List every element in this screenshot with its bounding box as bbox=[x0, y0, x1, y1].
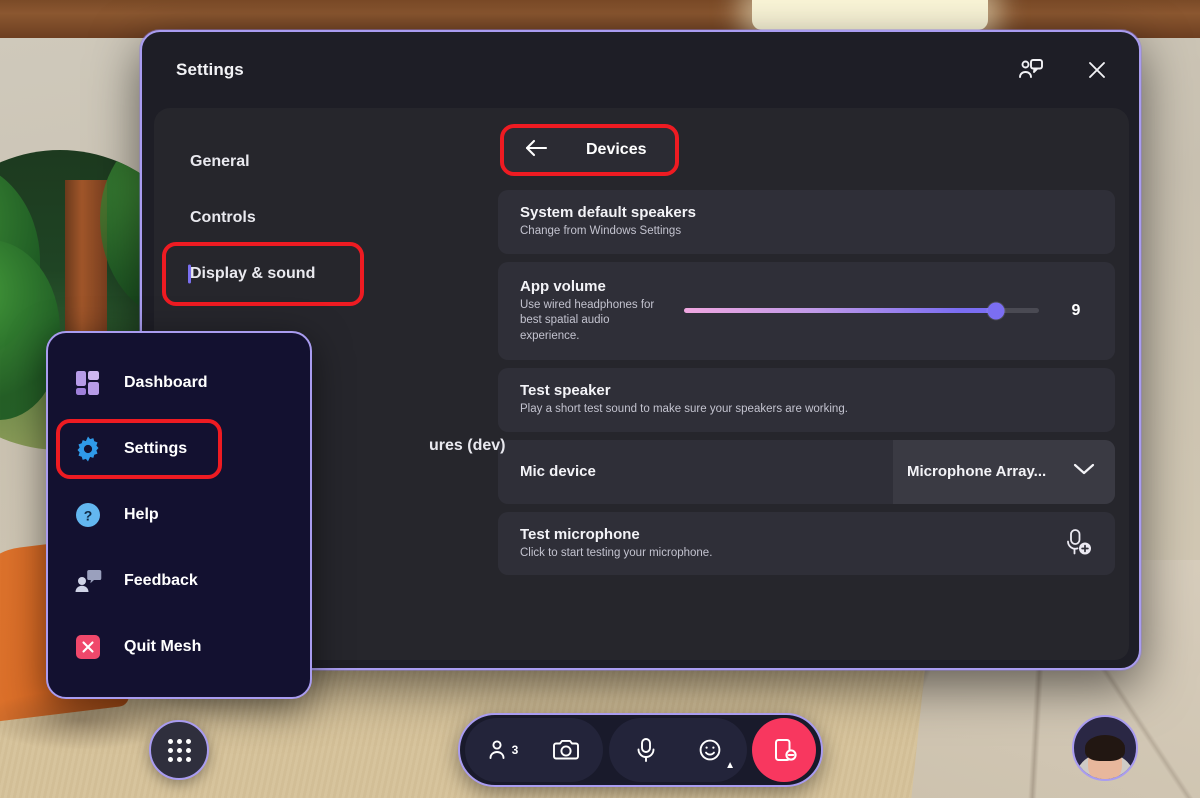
sidebar-item-display-and-sound[interactable]: Display & sound bbox=[162, 242, 364, 306]
app-launcher-button[interactable] bbox=[149, 720, 209, 780]
toolbar-group-right: ▲ bbox=[609, 718, 747, 782]
people-chat-icon[interactable] bbox=[1011, 50, 1051, 90]
gear-icon bbox=[74, 435, 102, 463]
menu-item-label: Quit Mesh bbox=[124, 638, 202, 655]
row-app-volume: App volume Use wired headphones for best… bbox=[498, 261, 1115, 361]
back-arrow-icon[interactable] bbox=[524, 139, 548, 162]
slider-thumb[interactable] bbox=[987, 302, 1005, 320]
main-context-menu: Dashboard Settings ? Help Feedback Quit … bbox=[46, 331, 312, 699]
microphone-settings-icon[interactable] bbox=[1065, 528, 1093, 558]
menu-item-dashboard[interactable]: Dashboard bbox=[48, 357, 310, 409]
row-subtitle: Click to start testing your microphone. bbox=[520, 546, 713, 559]
devices-header-title: Devices bbox=[586, 141, 647, 158]
row-test-microphone[interactable]: Test microphone Click to start testing y… bbox=[498, 511, 1115, 576]
app-volume-value: 9 bbox=[1071, 301, 1081, 319]
row-subtitle: Play a short test sound to make sure you… bbox=[520, 403, 848, 416]
menu-item-label: Help bbox=[124, 506, 159, 523]
avatar[interactable] bbox=[1072, 715, 1138, 781]
dashboard-icon bbox=[74, 369, 102, 397]
menu-item-help[interactable]: ? Help bbox=[48, 489, 310, 541]
reactions-button[interactable]: ▲ bbox=[679, 719, 741, 781]
close-icon[interactable] bbox=[1077, 50, 1117, 90]
sidebar-item-label: ures (dev) bbox=[429, 437, 506, 454]
row-title: Mic device bbox=[520, 463, 596, 481]
sidebar-item-controls[interactable]: Controls bbox=[154, 190, 490, 246]
titlebar-actions bbox=[1011, 50, 1117, 90]
row-mic-device: Mic device Microphone Array... bbox=[498, 439, 1115, 504]
row-title: System default speakers bbox=[520, 204, 696, 221]
leave-button[interactable] bbox=[752, 718, 816, 782]
row-subtitle: Change from Windows Settings bbox=[520, 225, 682, 237]
participants-button[interactable]: 3 bbox=[471, 719, 533, 781]
scene-ceiling-light bbox=[752, 0, 988, 30]
sidebar-item-label: General bbox=[190, 153, 250, 170]
mic-device-selected-value: Microphone Array... bbox=[907, 463, 1047, 481]
menu-item-settings[interactable]: Settings bbox=[56, 419, 222, 479]
sidebar-item-general[interactable]: General bbox=[154, 134, 490, 190]
menu-item-quit-mesh[interactable]: Quit Mesh bbox=[48, 621, 310, 673]
menu-item-label: Feedback bbox=[124, 572, 198, 589]
row-title: Test microphone bbox=[520, 525, 640, 543]
chevron-up-icon[interactable]: ▲ bbox=[725, 760, 735, 771]
menu-item-label: Settings bbox=[124, 440, 188, 457]
meeting-toolbar: 3 ▲ bbox=[458, 713, 823, 787]
participants-count: 3 bbox=[511, 743, 519, 757]
row-title: App volume bbox=[520, 277, 606, 295]
grid-dots-icon bbox=[167, 738, 191, 762]
menu-item-feedback[interactable]: Feedback bbox=[48, 555, 310, 607]
menu-item-label: Dashboard bbox=[124, 374, 208, 391]
svg-text:?: ? bbox=[84, 508, 93, 524]
row-title: Test speaker bbox=[520, 382, 611, 400]
settings-titlebar: Settings bbox=[142, 32, 1139, 108]
microphone-button[interactable] bbox=[615, 719, 677, 781]
quit-x-icon bbox=[74, 633, 102, 661]
devices-header[interactable]: Devices bbox=[500, 124, 679, 176]
page-title: Settings bbox=[176, 60, 244, 79]
feedback-people-icon bbox=[74, 567, 102, 595]
mic-device-select[interactable]: Microphone Array... bbox=[893, 439, 1115, 504]
camera-button[interactable] bbox=[535, 719, 597, 781]
slider-fill bbox=[684, 308, 997, 314]
row-test-speaker[interactable]: Test speaker Play a short test sound to … bbox=[498, 368, 1115, 432]
slider-track[interactable] bbox=[684, 302, 1039, 320]
chevron-down-icon[interactable] bbox=[1073, 462, 1095, 481]
app-volume-slider[interactable] bbox=[670, 302, 1059, 320]
row-subtitle: Use wired headphones for best spatial au… bbox=[520, 298, 655, 342]
settings-detail-pane: Devices System default speakers Change f… bbox=[490, 108, 1129, 660]
toolbar-group-left: 3 bbox=[465, 718, 603, 782]
screen-root: Settings General Controls Display & soun… bbox=[0, 0, 1200, 798]
avatar-hair bbox=[1085, 735, 1125, 761]
help-question-icon: ? bbox=[74, 501, 102, 529]
row-system-default-speakers[interactable]: System default speakers Change from Wind… bbox=[498, 190, 1115, 254]
sidebar-item-label: Display & sound bbox=[190, 265, 316, 282]
sidebar-item-label: Controls bbox=[190, 209, 256, 226]
